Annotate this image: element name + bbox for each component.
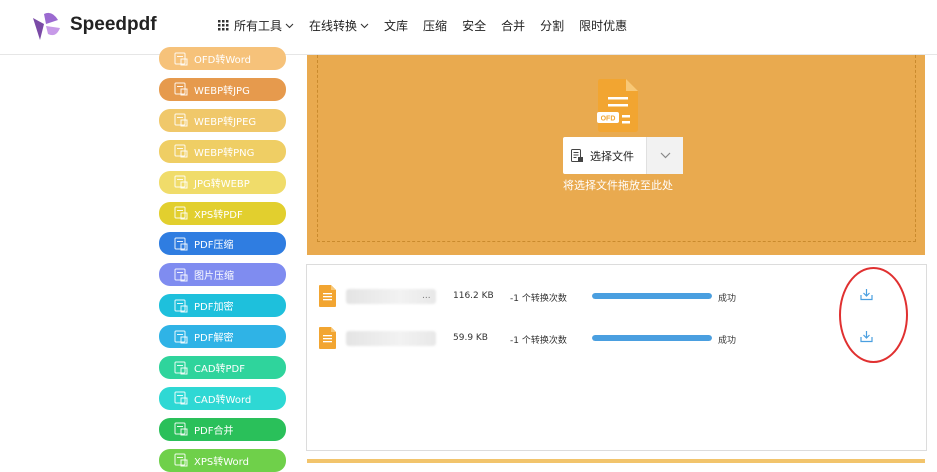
main-nav: 所有工具 在线转换 文库 压缩 安全 合并 分割 限时优惠: [218, 17, 642, 34]
tool-icon: [174, 52, 188, 65]
tool-icon: [174, 82, 188, 96]
status-text: 成功: [718, 294, 737, 304]
sidebar-tool-12[interactable]: PDF合并: [159, 417, 286, 441]
file-row: 59.9 KB -1 个转换次数 成功: [306, 326, 927, 352]
sidebar-tool-1[interactable]: WEBP转JPG: [159, 77, 286, 101]
progress-fill: [592, 293, 712, 299]
sidebar-tool-label: PDF解密: [194, 333, 234, 345]
sidebar-tool-5[interactable]: XPS转PDF: [159, 201, 286, 225]
sidebar-tool-label: PDF压缩: [194, 240, 234, 252]
conversion-count: -1 个转换次数: [510, 336, 567, 346]
chevron-down-icon: [285, 23, 294, 29]
select-file-button[interactable]: 选择文件: [563, 137, 646, 174]
tool-icon: [174, 144, 188, 158]
tool-icon: [174, 391, 188, 405]
grid-icon: [218, 20, 229, 31]
document-icon: [571, 149, 583, 162]
ofd-file-icon: [319, 327, 336, 349]
file-size: 59.9 KB: [453, 333, 488, 343]
nav-item-6[interactable]: 分割: [540, 17, 564, 34]
file-name-suffix: ...: [422, 291, 431, 301]
progress-fill: [592, 335, 712, 341]
sidebar-tool-8[interactable]: PDF加密: [159, 294, 286, 318]
tool-icon: [174, 299, 188, 313]
nav-item-0[interactable]: 所有工具: [218, 17, 294, 34]
sidebar-tool-4[interactable]: JPG转WEBP: [159, 170, 286, 194]
tool-icon: [174, 330, 188, 344]
sidebar-tool-label: XPS转PDF: [194, 209, 243, 221]
chevron-down-icon: [660, 152, 670, 159]
sidebar-tool-label: WEBP转JPEG: [194, 116, 257, 128]
nav-item-label: 安全: [462, 19, 487, 33]
svg-text:OFD: OFD: [601, 116, 616, 123]
ofd-file-icon: OFD: [597, 79, 638, 132]
tool-icon: [174, 268, 188, 282]
select-source-dropdown[interactable]: [646, 137, 683, 174]
sidebar-tool-label: WEBP转JPG: [194, 85, 250, 97]
drop-hint-text: 将选择文件拖放至此处: [563, 179, 673, 192]
tool-icon: [174, 237, 188, 251]
nav-item-4[interactable]: 安全: [462, 17, 486, 34]
sidebar-tool-label: XPS转Word: [194, 456, 249, 468]
sidebar-tool-6[interactable]: PDF压缩: [159, 232, 286, 256]
nav-item-2[interactable]: 文库: [384, 17, 408, 34]
tool-icon: [174, 206, 188, 220]
nav-item-label: 文库: [384, 19, 409, 33]
tool-icon: [174, 453, 188, 467]
sidebar-tool-3[interactable]: WEBP转PNG: [159, 139, 286, 163]
top-header: Speedpdf 所有工具 在线转换 文库 压缩 安全 合并 分割 限时优惠: [0, 0, 937, 55]
sidebar-tool-10[interactable]: CAD转PDF: [159, 356, 286, 379]
nav-item-label: 在线转换: [309, 19, 358, 33]
file-name-redacted: [346, 331, 436, 346]
nav-item-label: 分割: [540, 19, 565, 33]
nav-item-label: 所有工具: [234, 19, 283, 33]
sidebar-tool-label: JPG转WEBP: [194, 178, 250, 190]
sidebar-tool-11[interactable]: CAD转Word: [159, 386, 286, 410]
progress-bar: [592, 293, 712, 299]
nav-item-5[interactable]: 合并: [501, 17, 525, 34]
chevron-down-icon: [360, 23, 369, 29]
tool-icon: [174, 422, 188, 436]
brand-name[interactable]: Speedpdf: [70, 14, 157, 36]
nav-item-3[interactable]: 压缩: [423, 17, 447, 34]
sidebar-tool-label: 图片压缩: [194, 271, 234, 283]
sidebar-tool-label: WEBP转PNG: [194, 147, 255, 159]
sidebar-tool-13[interactable]: XPS转Word: [159, 448, 286, 472]
file-row: ... 116.2 KB -1 个转换次数 成功: [306, 284, 927, 310]
nav-item-1[interactable]: 在线转换: [309, 17, 369, 34]
sidebar-tool-label: OFD转Word: [194, 55, 252, 66]
sidebar-tool-label: CAD转Word: [194, 394, 252, 406]
sidebar-tool-label: PDF加密: [194, 302, 234, 314]
sidebar-tool-label: CAD转PDF: [194, 364, 246, 375]
tool-icon: [174, 175, 188, 189]
tool-icon: [174, 361, 188, 374]
select-file-button-group: 选择文件: [563, 137, 683, 174]
status-text: 成功: [718, 336, 737, 346]
sidebar-tool-0[interactable]: OFD转Word: [159, 47, 286, 70]
tool-icon: [174, 113, 188, 127]
sidebar-tool-9[interactable]: PDF解密: [159, 325, 286, 349]
nav-item-label: 限时优惠: [579, 19, 628, 33]
nav-item-7[interactable]: 限时优惠: [579, 17, 627, 34]
speedpdf-logo-icon[interactable]: [30, 10, 62, 42]
annotation-circle: [839, 267, 908, 363]
sidebar-tool-2[interactable]: WEBP转JPEG: [159, 108, 286, 132]
nav-item-label: 压缩: [423, 19, 448, 33]
sidebar-tool-7[interactable]: 图片压缩: [159, 263, 286, 287]
select-file-label: 选择文件: [590, 149, 634, 163]
sidebar-tool-label: PDF合并: [194, 425, 234, 437]
ofd-file-icon: [319, 285, 336, 307]
file-size: 116.2 KB: [453, 291, 494, 301]
conversion-count: -1 个转换次数: [510, 294, 567, 304]
next-panel-border: [307, 459, 925, 463]
nav-item-label: 合并: [501, 19, 526, 33]
progress-bar: [592, 335, 712, 341]
